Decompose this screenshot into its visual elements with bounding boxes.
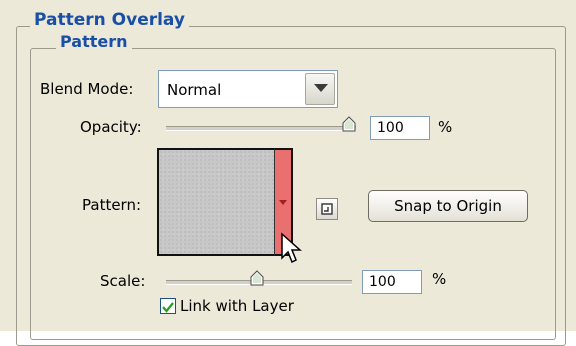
opacity-label: Opacity: [80,118,142,136]
caret-down-icon [279,200,287,205]
opacity-slider[interactable] [166,126,356,131]
layer-style-panel: Pattern Overlay Pattern Blend Mode: Norm… [0,0,576,346]
link-with-layer-checkbox[interactable] [160,298,176,314]
scale-slider-thumb[interactable] [250,270,264,286]
chevron-down-icon [314,84,328,92]
blend-mode-dropdown-button[interactable] [305,73,335,105]
opacity-slider-thumb[interactable] [342,116,356,132]
new-preset-icon [321,203,333,215]
opacity-input[interactable]: 100 [370,116,430,140]
scale-input[interactable]: 100 [362,270,422,294]
link-with-layer-label: Link with Layer [180,297,294,315]
opacity-unit: % [438,118,453,136]
scale-label: Scale: [100,272,146,290]
pattern-swatch[interactable] [157,148,293,256]
blend-mode-select[interactable]: Normal [158,70,338,108]
pattern-label: Pattern: [82,196,142,214]
checkmark-icon [162,302,174,313]
pattern-subtitle: Pattern [56,32,132,51]
blend-mode-value: Normal [167,81,222,99]
blend-mode-label: Blend Mode: [40,80,134,98]
pattern-overlay-title: Pattern Overlay [30,10,189,30]
snap-to-origin-button[interactable]: Snap to Origin [368,190,528,222]
new-preset-button[interactable] [316,198,338,220]
scale-unit: % [432,270,447,288]
mouse-pointer-icon [281,232,302,264]
